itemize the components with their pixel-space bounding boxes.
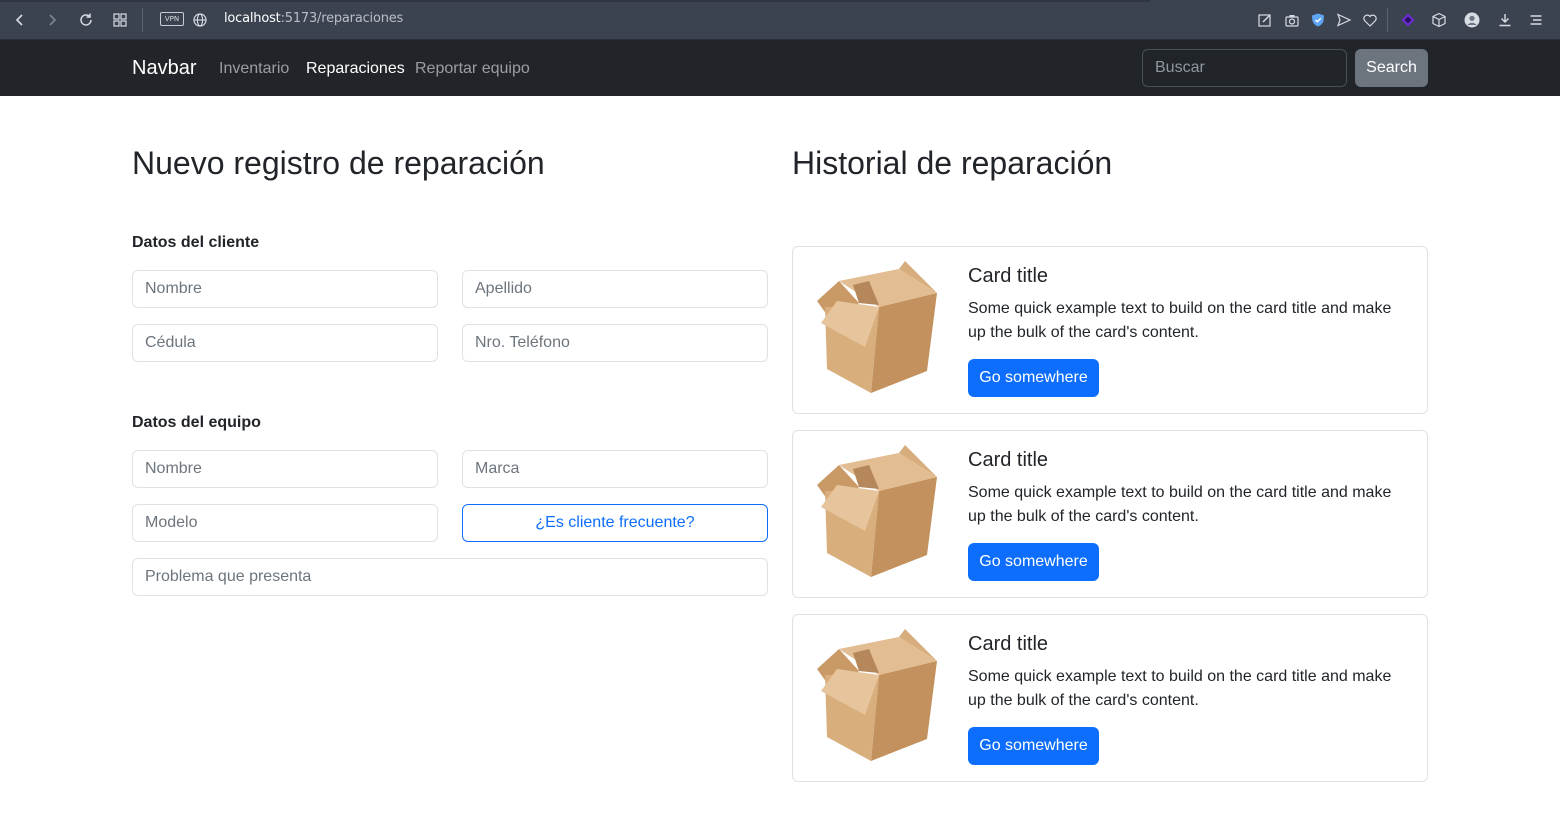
equipment-nombre-field[interactable] xyxy=(132,450,438,488)
edit-icon[interactable] xyxy=(1255,10,1275,30)
card-title: Card title xyxy=(968,265,1049,287)
client-apellido-field[interactable] xyxy=(462,270,768,308)
go-somewhere-button[interactable]: Go somewhere xyxy=(968,359,1099,397)
repair-card: Card title Some quick example text to bu… xyxy=(792,614,1428,782)
box-image xyxy=(817,629,937,761)
toolbar-divider xyxy=(142,8,143,32)
client-section-heading: Datos del cliente xyxy=(132,234,260,251)
search-input[interactable] xyxy=(1142,49,1347,87)
card-text: Some quick example text to build on the … xyxy=(968,668,1392,709)
profile-avatar-icon[interactable] xyxy=(1462,10,1482,30)
url-host: localhost xyxy=(224,11,281,26)
page-load-progress xyxy=(0,0,1150,2)
nav-link-reparaciones[interactable]: Reparaciones xyxy=(306,60,405,78)
forward-icon[interactable] xyxy=(42,10,62,30)
search-button[interactable]: Search xyxy=(1355,49,1428,87)
send-icon[interactable] xyxy=(1334,10,1354,30)
navbar-brand[interactable]: Navbar xyxy=(132,57,196,80)
box-image xyxy=(817,261,937,393)
extension-icon[interactable] xyxy=(1398,10,1418,30)
repair-card: Card title Some quick example text to bu… xyxy=(792,430,1428,598)
box-image xyxy=(817,445,937,577)
heart-icon[interactable] xyxy=(1360,10,1380,30)
globe-icon[interactable] xyxy=(190,10,210,30)
card-text: Some quick example text to build on the … xyxy=(968,300,1392,341)
cube-icon[interactable] xyxy=(1429,10,1449,30)
go-somewhere-button[interactable]: Go somewhere xyxy=(968,727,1099,765)
toolbar-divider xyxy=(1387,8,1388,32)
tabs-grid-icon[interactable] xyxy=(110,10,130,30)
navbar: Navbar Inventario Reparaciones Reportar … xyxy=(0,40,1560,96)
frequent-client-button[interactable]: ¿Es cliente frecuente? xyxy=(462,504,768,542)
client-telefono-field[interactable] xyxy=(462,324,768,362)
nav-link-inventario[interactable]: Inventario xyxy=(219,60,289,78)
address-bar[interactable]: localhost:5173/reparaciones xyxy=(224,11,403,26)
vpn-badge[interactable]: VPN xyxy=(160,12,184,26)
shield-icon[interactable] xyxy=(1308,10,1328,30)
client-nombre-field[interactable] xyxy=(132,270,438,308)
card-title: Card title xyxy=(968,633,1049,655)
equipment-section-heading: Datos del equipo xyxy=(132,414,261,431)
equipment-marca-field[interactable] xyxy=(462,450,768,488)
go-somewhere-button[interactable]: Go somewhere xyxy=(968,543,1099,581)
back-icon[interactable] xyxy=(10,10,30,30)
camera-icon[interactable] xyxy=(1282,10,1302,30)
reload-icon[interactable] xyxy=(76,10,96,30)
browser-toolbar: VPN localhost:5173/reparaciones xyxy=(0,0,1560,40)
card-title: Card title xyxy=(968,449,1049,471)
nav-link-reportar-equipo[interactable]: Reportar equipo xyxy=(415,60,530,78)
menu-icon[interactable] xyxy=(1526,10,1546,30)
problem-description-field[interactable] xyxy=(132,558,768,596)
url-path: :5173/reparaciones xyxy=(280,11,404,26)
history-title: Historial de reparación xyxy=(792,145,1113,181)
card-text: Some quick example text to build on the … xyxy=(968,484,1392,525)
client-cedula-field[interactable] xyxy=(132,324,438,362)
download-icon[interactable] xyxy=(1495,10,1515,30)
repair-card: Card title Some quick example text to bu… xyxy=(792,246,1428,414)
equipment-modelo-field[interactable] xyxy=(132,504,438,542)
form-title: Nuevo registro de reparación xyxy=(132,145,545,181)
